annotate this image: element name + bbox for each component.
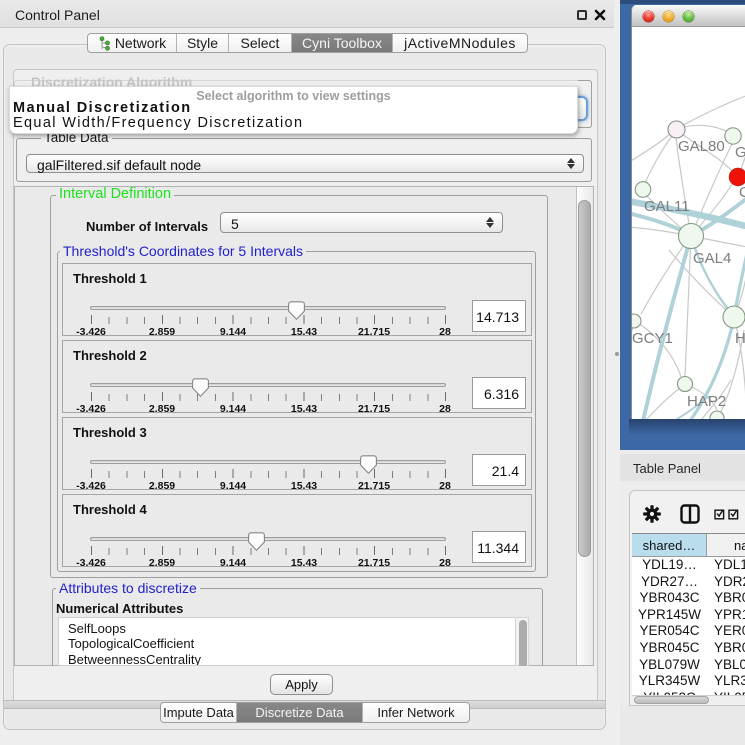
svg-text:GAL4: GAL4 [693, 250, 731, 267]
svg-text:H: H [735, 330, 745, 347]
svg-text:C: C [739, 184, 745, 201]
svg-text:GA: GA [735, 144, 745, 161]
svg-text:HAP2: HAP2 [687, 393, 726, 410]
svg-text:GCY1: GCY1 [632, 330, 673, 347]
svg-text:GAL80: GAL80 [678, 138, 725, 155]
svg-text:GAL11: GAL11 [644, 198, 690, 215]
